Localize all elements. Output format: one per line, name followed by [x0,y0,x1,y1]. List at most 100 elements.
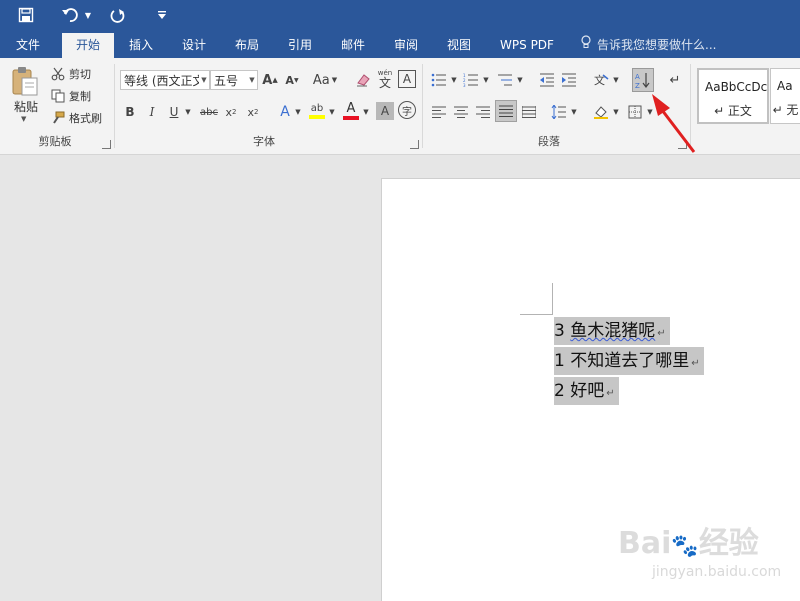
justify-icon[interactable] [495,100,517,122]
copy-label: 复制 [69,90,91,103]
numbering-dropdown-icon[interactable]: ▼ [482,70,490,90]
underline-icon[interactable]: U [166,102,182,122]
highlight-icon[interactable]: ab [308,100,326,122]
format-painter-label: 格式刷 [69,112,102,125]
superscript-icon[interactable]: x2 [244,102,262,122]
bold-icon[interactable]: B [122,102,138,122]
style-normal[interactable]: AaBbCcDc ↵ 正文 [697,68,769,124]
watermark-url: jingyan.baidu.com [652,564,782,580]
style-name: ↵ 正文 [714,104,752,118]
strikethrough-icon[interactable]: abc [198,102,220,122]
chinese-layout-icon[interactable]: 文 [592,70,610,90]
underline-dropdown-icon[interactable]: ▼ [184,102,192,122]
tab-wps-pdf[interactable]: WPS PDF [492,33,562,58]
format-painter-button[interactable]: 格式刷 [50,108,102,128]
margin-corner-mark [520,314,552,315]
tab-references[interactable]: 引用 [278,33,322,58]
title-bar: ▼ [0,0,800,30]
grow-font-icon[interactable]: A ▲ [262,70,278,90]
align-left-icon[interactable] [430,102,448,122]
format-painter-icon [50,110,66,126]
chevron-down-icon: ▼ [249,76,255,84]
change-case-button[interactable]: Aa ▼ [310,70,340,90]
cut-label: 剪切 [69,68,91,81]
shrink-font-icon[interactable]: A ▼ [284,70,300,90]
subscript-icon[interactable]: x2 [222,102,240,122]
line-spacing-dropdown-icon[interactable]: ▼ [570,102,578,122]
document-line[interactable]: 3 鱼木混猪呢 ↵ [554,317,670,345]
multilevel-dropdown-icon[interactable]: ▼ [516,70,524,90]
group-divider [422,64,423,148]
line-number: 2 [554,381,565,401]
tab-view[interactable]: 视图 [438,33,480,58]
cut-button[interactable]: 剪切 [50,64,91,84]
tab-design[interactable]: 设计 [172,33,216,58]
paragraph-mark: ↵ [606,388,615,399]
text-effects-dropdown-icon[interactable]: ▼ [294,102,302,122]
char-shading-icon[interactable]: A [376,102,394,120]
margin-corner-mark [552,283,553,315]
shading-dropdown-icon[interactable]: ▼ [612,102,620,122]
style-sample: Aa [777,79,793,93]
italic-icon[interactable]: I [144,102,160,122]
highlight-dropdown-icon[interactable]: ▼ [328,102,336,122]
font-name-value: 等线 (西文正文 [124,73,199,88]
document-line[interactable]: 2 好吧 ↵ [554,377,619,405]
paste-dropdown-icon[interactable]: ▼ [21,115,26,123]
tab-layout[interactable]: 布局 [226,33,268,58]
red-arrow-annotation [652,94,696,153]
copy-button[interactable]: 复制 [50,86,91,106]
bullets-icon[interactable] [430,70,448,90]
paragraph-group-label: 段落 [538,135,560,148]
bullets-dropdown-icon[interactable]: ▼ [450,70,458,90]
customize-qat-icon[interactable] [154,3,170,27]
tell-me-search[interactable]: 告诉我您想要做什么... [580,33,716,58]
style-no-spacing[interactable]: Aa ↵ 无 [770,68,800,124]
tab-home[interactable]: 开始 [62,33,114,58]
tell-me-text: 告诉我您想要做什么... [597,38,717,52]
change-case-label: Aa [312,72,330,88]
tab-mailings[interactable]: 邮件 [332,33,374,58]
phonetic-guide-icon[interactable]: wén 文 [376,68,394,90]
chevron-down-icon: ▼ [201,76,207,84]
undo-icon[interactable] [58,3,82,27]
style-name: ↵ 无 [772,103,799,117]
line-spacing-icon[interactable] [550,102,568,122]
tab-review[interactable]: 审阅 [384,33,428,58]
distributed-icon[interactable] [520,102,538,122]
font-size-value: 五号 [214,73,239,88]
document-line[interactable]: 1 不知道去了哪里 ↵ [554,347,704,375]
align-center-icon[interactable] [452,102,470,122]
paste-button[interactable]: 粘贴 [8,98,44,115]
line-text: 鱼木混猪呢 [570,321,656,341]
chinese-layout-dropdown-icon[interactable]: ▼ [612,70,620,90]
tab-file[interactable]: 文件 [6,33,50,58]
clear-format-icon[interactable] [354,70,372,90]
font-name-select[interactable]: 等线 (西文正文 ▼ [120,70,210,90]
font-size-select[interactable]: 五号 ▼ [210,70,258,90]
increase-indent-icon[interactable] [560,70,578,90]
text-effects-icon[interactable]: A [276,102,294,122]
group-divider [114,64,115,148]
shading-icon[interactable] [592,102,610,122]
align-right-icon[interactable] [474,102,492,122]
undo-dropdown-icon[interactable]: ▼ [82,3,94,27]
tab-insert[interactable]: 插入 [120,33,162,58]
font-color-icon[interactable]: A [342,100,360,122]
clipboard-launcher-icon[interactable] [102,140,111,149]
show-marks-icon[interactable]: ↵ [666,70,684,90]
save-icon[interactable] [14,3,38,27]
paste-icon[interactable] [12,66,38,96]
font-launcher-icon[interactable] [410,140,419,149]
numbering-icon[interactable]: 123 [462,70,480,90]
copy-icon [50,88,66,104]
decrease-indent-icon[interactable] [538,70,556,90]
watermark-brand: Bai🐾经验 [618,526,759,561]
char-border-icon[interactable]: A [398,70,416,88]
svg-text:3: 3 [463,83,466,87]
enclose-char-icon[interactable]: 字 [398,101,416,119]
redo-icon[interactable] [106,3,130,27]
svg-text:A: A [635,73,640,81]
font-color-dropdown-icon[interactable]: ▼ [362,102,370,122]
multilevel-list-icon[interactable] [496,70,514,90]
